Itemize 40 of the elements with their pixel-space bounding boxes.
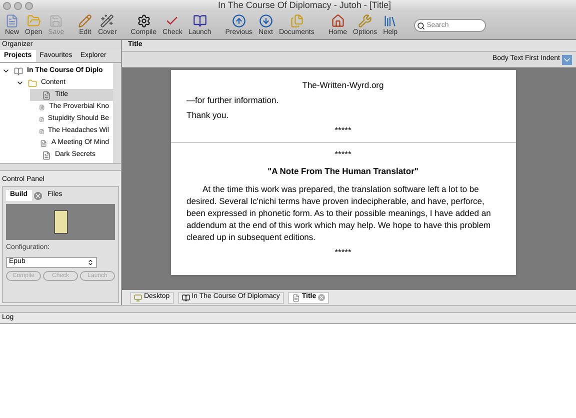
document-text: ***** bbox=[334, 247, 352, 258]
document-text: ***** bbox=[334, 149, 352, 160]
books-icon bbox=[383, 14, 398, 28]
document-text: At the time this work was prepared, the translation software left a lot to be desired. Several Ic'nichi terms have proven indecipherable, and have, perforce, been expressed in phonetic form. As to their possible meanings, I have added an addendum at the end of this work which may help. We hope to have this problem cleared up in subsequent editions. bbox=[186, 183, 492, 243]
document-text: —for further information. bbox=[186, 95, 280, 106]
document-icon bbox=[42, 90, 51, 100]
close-icon[interactable] bbox=[318, 294, 326, 301]
window-title: In The Course Of Diplomacy - Jutoh - [Title] bbox=[218, 0, 392, 12]
folder-icon bbox=[26, 14, 41, 28]
expand-icon[interactable] bbox=[16, 79, 24, 87]
document-text: Thank you. bbox=[186, 110, 230, 121]
dropdown-icon[interactable] bbox=[562, 54, 572, 64]
document-icon bbox=[38, 126, 44, 136]
folder-icon bbox=[28, 78, 37, 88]
pencil-icon bbox=[78, 14, 92, 28]
document-icon bbox=[38, 114, 44, 124]
horizontal-scrollbar[interactable] bbox=[0, 163, 121, 171]
book-icon bbox=[182, 294, 190, 302]
book-icon bbox=[14, 66, 23, 76]
document-icon bbox=[42, 150, 51, 160]
monitor-icon bbox=[134, 294, 142, 302]
house-icon bbox=[330, 14, 345, 28]
close-icon[interactable] bbox=[34, 192, 42, 200]
document-icon bbox=[40, 138, 48, 148]
document-icon bbox=[292, 294, 300, 302]
wand-icon bbox=[100, 14, 114, 28]
search-icon bbox=[416, 22, 425, 30]
documents-icon bbox=[290, 14, 304, 28]
splitter-bar[interactable] bbox=[0, 305, 576, 313]
gear-icon bbox=[136, 14, 151, 28]
wrench-icon bbox=[358, 14, 372, 28]
document-heading: "A Note From The Human Translator" bbox=[266, 166, 420, 177]
document-text: ***** bbox=[334, 125, 352, 136]
stepper-icon bbox=[87, 258, 94, 266]
document-icon bbox=[39, 102, 46, 112]
expand-icon[interactable] bbox=[2, 67, 10, 75]
document-icon bbox=[5, 14, 19, 28]
book-icon bbox=[192, 14, 207, 28]
document-text: The-Written-Wyrd.org bbox=[301, 80, 385, 91]
book-cover-icon bbox=[54, 210, 68, 234]
